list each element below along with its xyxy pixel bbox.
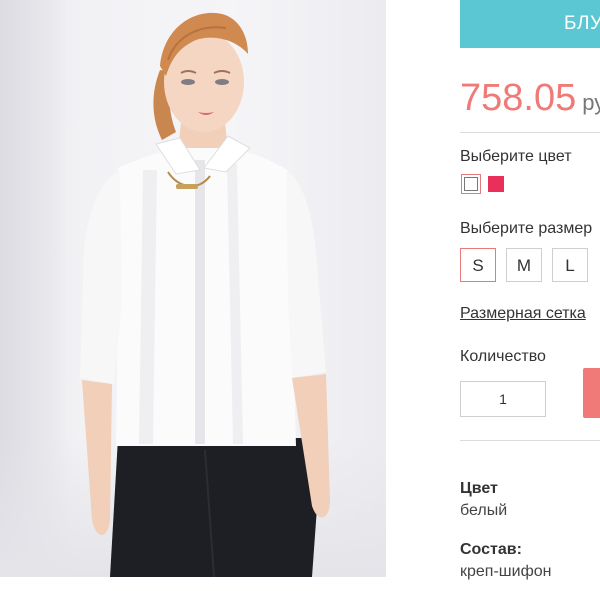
trousers xyxy=(110,438,322,577)
color-swatch-white-fill xyxy=(464,177,478,191)
attribute-composition-value: креп-шифон xyxy=(460,563,552,580)
size-chart-link[interactable]: Размерная сетка xyxy=(460,305,586,323)
size-selector-label: Выберите размер xyxy=(460,220,593,237)
divider xyxy=(460,132,600,133)
color-swatch-red[interactable] xyxy=(488,176,504,192)
left-sleeve xyxy=(80,170,122,384)
product-price: 758.05 ру xyxy=(460,76,600,125)
divider xyxy=(460,440,600,441)
add-to-cart-button[interactable] xyxy=(583,368,600,418)
category-banner[interactable]: БЛУ xyxy=(460,0,600,48)
color-swatch-white[interactable] xyxy=(461,174,481,194)
left-hand xyxy=(82,380,112,535)
quantity-label: Количество xyxy=(460,348,546,365)
price-value: 758.05 xyxy=(460,77,577,119)
attribute-composition-title: Состав: xyxy=(460,541,522,558)
size-option-l[interactable]: L xyxy=(552,248,588,282)
quantity-input[interactable] xyxy=(460,381,546,417)
color-selector-label: Выберите цвет xyxy=(460,148,572,165)
attribute-color-title: Цвет xyxy=(460,480,498,497)
size-option-m[interactable]: M xyxy=(506,248,542,282)
size-option-s[interactable]: S xyxy=(460,248,496,282)
product-photo[interactable] xyxy=(0,0,386,577)
price-currency: ру xyxy=(582,90,600,115)
model-illustration xyxy=(80,12,330,577)
right-sleeve xyxy=(286,170,326,378)
attribute-color-value: белый xyxy=(460,502,508,519)
